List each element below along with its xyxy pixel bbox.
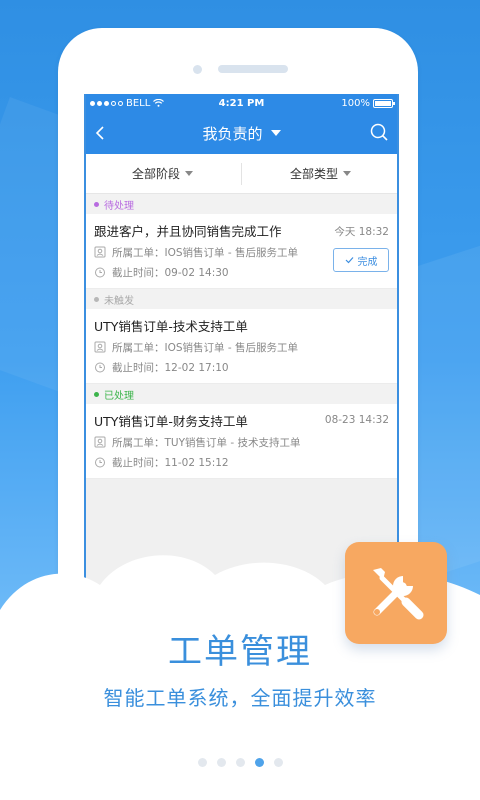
section-label: 待处理 bbox=[104, 200, 134, 212]
item-time: 08-23 14:32 bbox=[324, 414, 389, 426]
section-header-processed: 已处理 bbox=[84, 384, 399, 404]
user-card-icon bbox=[94, 341, 106, 353]
item-deadline: 截止时间：11-02 15:12 bbox=[112, 456, 229, 469]
clock-icon bbox=[95, 457, 105, 468]
filter-label: 全部阶段 bbox=[131, 167, 180, 181]
status-dot bbox=[94, 201, 99, 207]
list-item[interactable]: UTY销售订单-财务支持工单 08-23 14:32 所属工单：TUY销售订单 … bbox=[84, 404, 399, 479]
filter-type[interactable]: 全部类型 bbox=[241, 162, 399, 185]
nav-title-dropdown[interactable]: 我负责的 bbox=[202, 123, 281, 144]
item-time: 今天 18:32 bbox=[334, 226, 389, 238]
complete-label: 完成 bbox=[357, 256, 378, 268]
item-order: 所属工单：IOS销售订单 - 售后服务工单 bbox=[112, 246, 298, 259]
page-dot[interactable] bbox=[235, 758, 245, 767]
caret-down-icon bbox=[185, 171, 193, 176]
status-bar: BELL 4:21 PM 100% bbox=[84, 94, 399, 112]
wrench-screwdriver-icon bbox=[373, 568, 424, 620]
back-chevron-icon[interactable] bbox=[92, 124, 110, 142]
status-dot bbox=[94, 296, 99, 302]
section-header-not-triggered: 未触发 bbox=[84, 289, 399, 309]
filter-bar: 全部阶段 全部类型 bbox=[84, 154, 399, 194]
user-card-icon bbox=[94, 436, 106, 448]
check-icon bbox=[345, 257, 353, 264]
section-label: 未触发 bbox=[104, 295, 134, 307]
section-label: 已处理 bbox=[104, 390, 134, 402]
promo-headline: 工单管理 bbox=[168, 632, 312, 672]
page-dot-active[interactable] bbox=[254, 758, 264, 767]
page-dot[interactable] bbox=[216, 758, 226, 767]
user-card-icon bbox=[94, 246, 106, 258]
item-order: 所属工单：TUY销售订单 - 技术支持工单 bbox=[112, 436, 301, 449]
status-time: 4:21 PM bbox=[218, 97, 265, 109]
section-header-pending: 待处理 bbox=[84, 194, 399, 214]
battery-icon bbox=[373, 98, 395, 108]
search-icon[interactable] bbox=[369, 122, 389, 142]
status-dot bbox=[94, 391, 99, 397]
item-order: 所属工单：IOS销售订单 - 售后服务工单 bbox=[112, 341, 298, 354]
promo-subline: 智能工单系统，全面提升效率 bbox=[103, 686, 377, 710]
phone-camera bbox=[193, 65, 202, 74]
page-indicator bbox=[0, 758, 480, 767]
item-deadline: 截止时间：09-02 14:30 bbox=[112, 266, 229, 279]
complete-button[interactable]: 完成 bbox=[333, 248, 389, 272]
clock-icon bbox=[95, 362, 105, 373]
list-item[interactable]: UTY销售订单-技术支持工单 所属工单：IOS销售订单 - 售后服务工单 截止时… bbox=[84, 309, 399, 384]
caret-down-icon bbox=[270, 130, 281, 136]
phone-speaker bbox=[218, 65, 288, 73]
item-deadline: 截止时间：12-02 17:10 bbox=[112, 361, 229, 374]
clock-icon bbox=[95, 267, 105, 278]
nav-title: 我负责的 bbox=[202, 124, 263, 143]
filter-stage[interactable]: 全部阶段 bbox=[84, 165, 241, 182]
list-item[interactable]: 跟进客户，并且协同销售完成工作 今天 18:32 所属工单：IOS销售订单 - … bbox=[84, 214, 399, 289]
item-title: UTY销售订单-技术支持工单 bbox=[94, 319, 248, 334]
page-dot[interactable] bbox=[273, 758, 283, 767]
caret-down-icon bbox=[343, 171, 351, 176]
page-dot[interactable] bbox=[197, 758, 207, 767]
nav-bar: 我负责的 bbox=[84, 112, 399, 154]
filter-label: 全部类型 bbox=[289, 167, 338, 181]
